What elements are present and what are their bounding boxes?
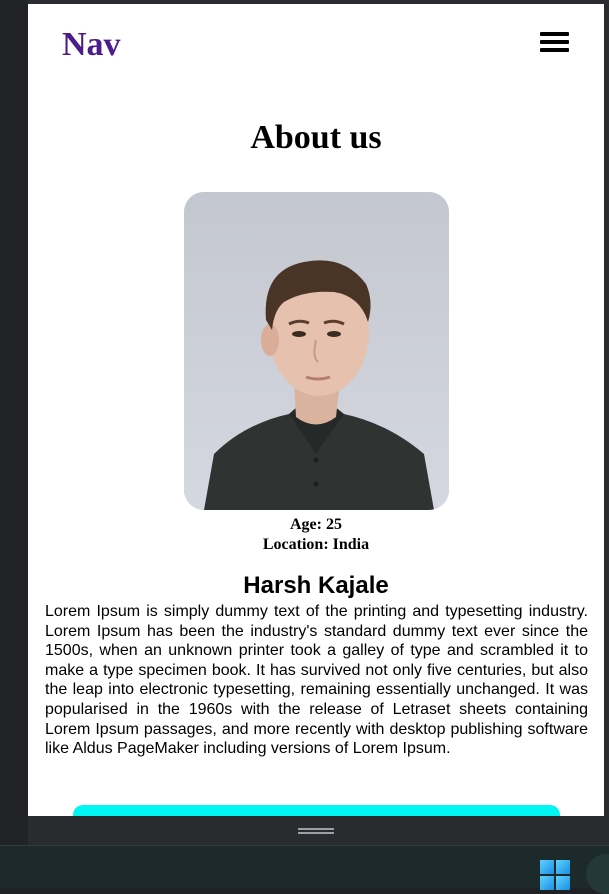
profile-photo <box>184 192 449 510</box>
os-taskbar <box>0 845 609 894</box>
person-portrait-image <box>184 192 449 510</box>
cta-button[interactable] <box>73 805 560 816</box>
browser-viewport: Nav About us Age: 25 Location: India Har… <box>28 4 604 816</box>
windows-start-icon[interactable] <box>540 860 570 890</box>
devtools-resize-strip <box>28 816 609 845</box>
person-name: Harsh Kajale <box>243 572 389 599</box>
age-text: Age: 25 <box>290 516 342 533</box>
location-text: Location: India <box>262 536 370 553</box>
bio-paragraph: Lorem Ipsum is simply dummy text of the … <box>45 603 588 758</box>
window-right-edge <box>604 4 609 816</box>
hamburger-menu-icon[interactable] <box>540 32 569 52</box>
resize-handle-icon[interactable] <box>298 828 334 834</box>
window-left-gutter <box>0 0 28 845</box>
tray-button[interactable] <box>586 854 609 894</box>
page-title: About us <box>250 119 382 156</box>
nav-logo[interactable]: Nav <box>62 26 121 64</box>
